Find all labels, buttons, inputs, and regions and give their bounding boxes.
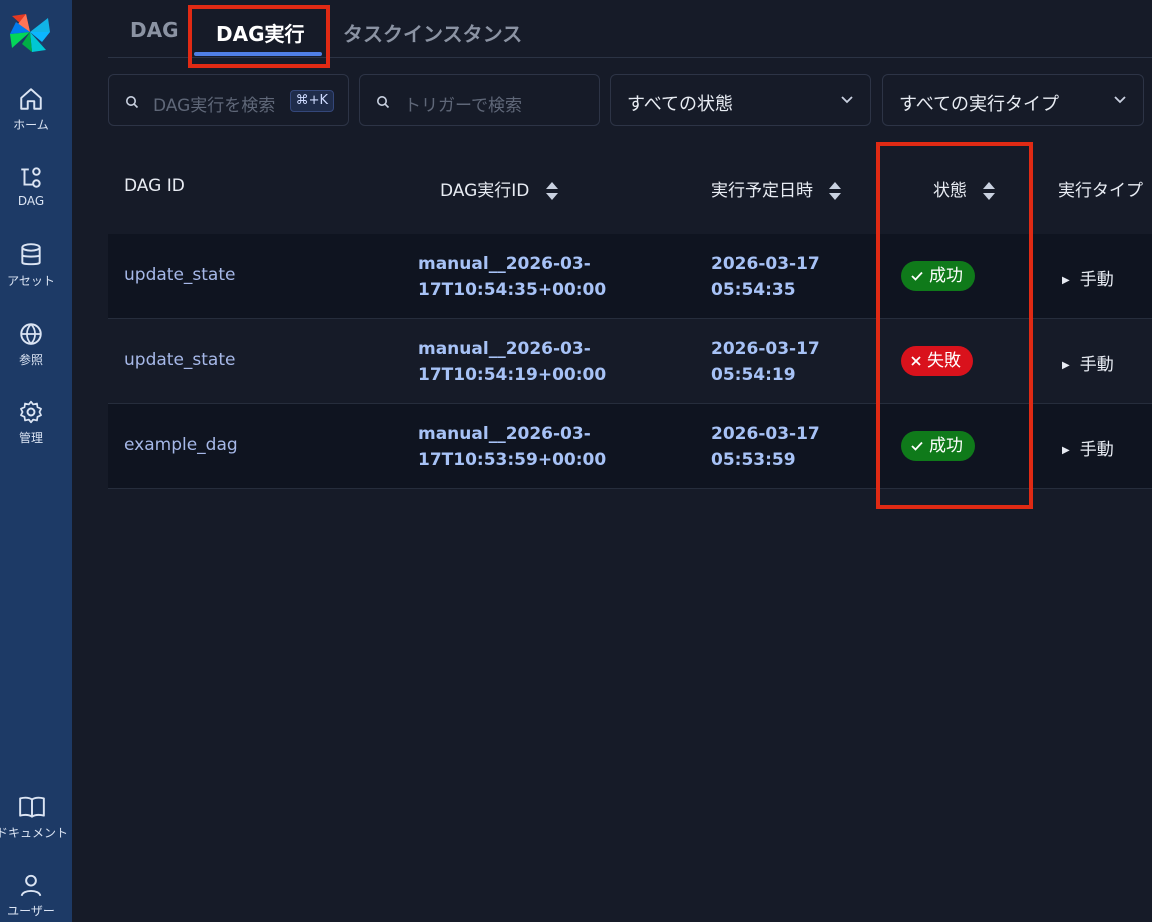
database-icon — [21, 243, 41, 266]
state-select-value: すべての状態 — [627, 94, 734, 115]
gear-icon — [20, 400, 42, 424]
search-trigger-input[interactable]: トリガーで検索 — [359, 74, 600, 126]
header-dag-id: DAG ID — [124, 176, 185, 196]
globe-icon — [20, 323, 42, 345]
state-column-highlight-box — [876, 142, 1033, 509]
header-logical-date-label: 実行予定日時 — [711, 181, 813, 201]
run-id-line: 17T10:53:59+00:00 — [418, 450, 607, 470]
search-icon — [126, 96, 139, 109]
shortcut-badge: ⌘+K — [289, 90, 334, 112]
sidebar-item-docs[interactable]: ドキュメント — [0, 794, 70, 841]
date-line: 2026-03-17 — [711, 254, 820, 274]
dag-icon — [21, 167, 41, 188]
search-runs-placeholder: DAG実行を検索 — [153, 96, 276, 116]
sidebar-item-label: ドキュメント — [0, 826, 68, 840]
run-id-link[interactable]: manual__2026-03- 17T10:54:35+00:00 — [418, 251, 606, 303]
airflow-logo-icon[interactable] — [8, 10, 52, 54]
logical-date: 2026-03-17 05:53:59 — [711, 421, 820, 473]
header-run-type: 実行タイプ — [1058, 176, 1143, 201]
user-icon — [20, 874, 42, 897]
sidebar-item-admin[interactable]: 管理 — [0, 399, 62, 446]
state-select[interactable]: すべての状態 — [610, 74, 871, 126]
logical-date: 2026-03-17 05:54:35 — [711, 251, 820, 303]
play-icon: ▶ — [1062, 360, 1070, 371]
run-id-link[interactable]: manual__2026-03- 17T10:54:19+00:00 — [418, 336, 606, 388]
header-run-id[interactable]: DAG実行ID — [440, 176, 559, 201]
search-icon — [377, 96, 390, 109]
logical-date: 2026-03-17 05:54:19 — [711, 336, 820, 388]
sort-icon[interactable] — [545, 181, 559, 201]
run-id-link[interactable]: manual__2026-03- 17T10:53:59+00:00 — [418, 421, 606, 473]
time-line: 05:53:59 — [711, 450, 796, 470]
sidebar-item-label: ホーム — [13, 118, 49, 132]
run-type: ▶ 手動 — [1062, 435, 1114, 460]
play-icon: ▶ — [1062, 445, 1070, 456]
sidebar-item-label: ユーザー — [7, 904, 55, 918]
dag-id-link[interactable]: update_state — [124, 265, 235, 285]
dag-id-link[interactable]: update_state — [124, 350, 235, 370]
time-line: 05:54:19 — [711, 365, 796, 385]
sidebar-item-label: 参照 — [18, 353, 43, 367]
header-logical-date[interactable]: 実行予定日時 — [711, 176, 842, 201]
tab-dag[interactable]: DAG — [130, 18, 179, 42]
sidebar-item-browse[interactable]: 参照 — [0, 321, 62, 368]
dag-id-link[interactable]: example_dag — [124, 435, 238, 455]
chevron-down-icon — [841, 96, 853, 104]
run-id-line: 17T10:54:19+00:00 — [418, 365, 607, 385]
sidebar-item-dag[interactable]: DAG — [0, 164, 62, 208]
search-runs-input[interactable]: DAG実行を検索 ⌘+K — [108, 74, 349, 126]
run-type-label: 手動 — [1079, 270, 1114, 290]
sidebar-item-assets[interactable]: アセット — [0, 242, 62, 289]
sort-icon[interactable] — [828, 181, 842, 201]
header-run-id-label: DAG実行ID — [440, 181, 530, 201]
sidebar-item-user[interactable]: ユーザー — [0, 872, 62, 919]
sidebar-item-label: アセット — [7, 274, 55, 288]
home-icon — [20, 88, 42, 110]
run-id-line: manual__2026-03- — [418, 339, 591, 359]
run-id-line: manual__2026-03- — [418, 424, 591, 444]
header-dag-id-label: DAG ID — [124, 176, 185, 196]
chevron-down-icon — [1114, 96, 1126, 104]
run-type-label: 手動 — [1079, 440, 1114, 460]
tab-task-instances[interactable]: タスクインスタンス — [343, 18, 522, 47]
date-line: 2026-03-17 — [711, 424, 820, 444]
search-trigger-placeholder: トリガーで検索 — [404, 96, 522, 116]
sidebar-item-label: DAG — [17, 194, 45, 208]
run-id-line: manual__2026-03- — [418, 254, 591, 274]
sidebar-item-home[interactable]: ホーム — [0, 86, 62, 133]
run-type-select-value: すべての実行タイプ — [899, 94, 1060, 115]
book-icon — [19, 796, 45, 818]
sidebar: ホーム DAG アセット 参照 管理 ドキュメント ユーザー — [0, 0, 72, 922]
run-type: ▶ 手動 — [1062, 265, 1114, 290]
tab-highlight-box — [188, 5, 330, 68]
run-type: ▶ 手動 — [1062, 350, 1114, 375]
header-run-type-label: 実行タイプ — [1058, 181, 1143, 201]
time-line: 05:54:35 — [711, 280, 796, 300]
play-icon: ▶ — [1062, 275, 1070, 286]
run-type-label: 手動 — [1079, 355, 1114, 375]
sidebar-item-label: 管理 — [18, 431, 43, 445]
date-line: 2026-03-17 — [711, 339, 820, 359]
run-id-line: 17T10:54:35+00:00 — [418, 280, 607, 300]
run-type-select[interactable]: すべての実行タイプ — [882, 74, 1144, 126]
